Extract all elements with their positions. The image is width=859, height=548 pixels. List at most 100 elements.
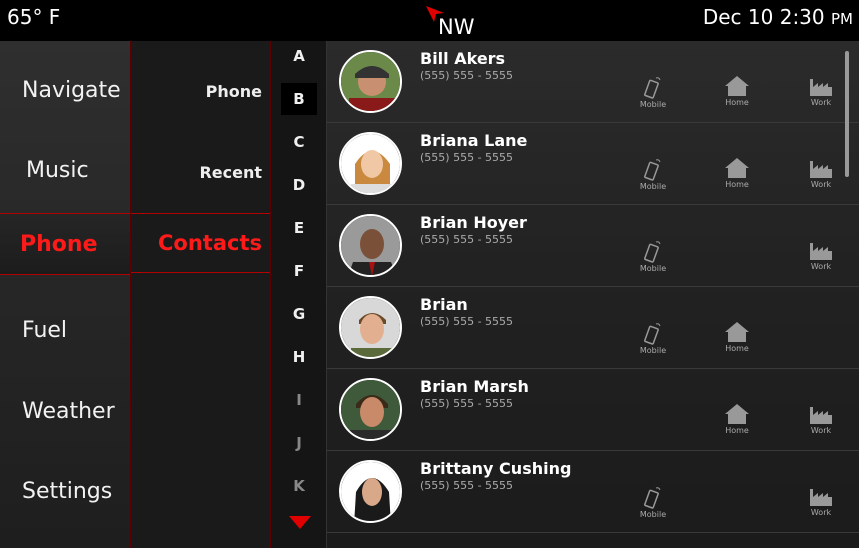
letter-j[interactable]: J <box>281 427 317 459</box>
call-work-button[interactable]: Work <box>800 239 842 281</box>
sub-nav: Phone Recent Contacts <box>130 41 271 548</box>
call-work-button[interactable]: Work <box>800 157 842 199</box>
letter-e[interactable]: E <box>281 212 317 244</box>
letter-a[interactable]: A <box>281 40 317 72</box>
nav-item-weather[interactable]: Weather <box>0 380 130 442</box>
sub-item-recent[interactable]: Recent <box>131 142 270 202</box>
nav-label: Fuel <box>22 317 68 343</box>
action-label: Mobile <box>639 182 667 191</box>
avatar <box>339 296 402 359</box>
contact-row[interactable]: Brian Marsh (555) 555 - 5555 Home Work <box>327 369 859 451</box>
letter-f[interactable]: F <box>281 255 317 287</box>
factory-icon <box>810 243 832 260</box>
temperature: 65° F <box>7 5 61 29</box>
nav-label: Settings <box>22 478 113 504</box>
letter-c[interactable]: C <box>281 126 317 158</box>
house-icon <box>725 404 749 424</box>
sub-label: Recent <box>199 162 262 182</box>
contact-list: Bill Akers (555) 555 - 5555 Mobile Home … <box>327 41 859 548</box>
sub-item-contacts[interactable]: Contacts <box>131 213 270 273</box>
mobile-phone-icon <box>644 323 661 345</box>
call-work-button[interactable]: Work <box>800 75 842 117</box>
mobile-phone-icon <box>644 77 661 99</box>
call-mobile-button[interactable]: Mobile <box>632 321 674 363</box>
sub-item-phone[interactable]: Phone <box>131 61 270 121</box>
call-home-button[interactable]: Home <box>716 157 758 199</box>
nav-label: Music <box>26 157 89 183</box>
letter-d[interactable]: D <box>281 169 317 201</box>
main-nav: Navigate Music Phone Fuel Weather Settin… <box>0 41 130 548</box>
house-icon <box>725 322 749 342</box>
compass: NW <box>424 4 484 39</box>
action-label: Work <box>810 98 832 107</box>
call-mobile-button[interactable]: Mobile <box>632 485 674 527</box>
house-icon <box>725 76 749 96</box>
call-mobile-button[interactable]: Mobile <box>632 239 674 281</box>
letter-g[interactable]: G <box>281 298 317 330</box>
nav-item-navigate[interactable]: Navigate <box>0 59 130 121</box>
date-time: Dec 10 2:30 PM <box>703 5 853 29</box>
contact-name: Briana Lane <box>420 131 528 150</box>
contact-phone: (555) 555 - 5555 <box>420 69 514 82</box>
avatar <box>339 460 402 523</box>
avatar <box>339 50 402 113</box>
nav-item-music[interactable]: Music <box>0 139 130 201</box>
call-home-button[interactable]: Home <box>716 75 758 117</box>
date: Dec 10 <box>702 5 774 29</box>
contact-phone: (555) 555 - 5555 <box>420 151 514 164</box>
alphabet-index: A B C D E F G H I J K <box>271 41 327 548</box>
sub-label: Contacts <box>158 231 262 255</box>
contact-phone: (555) 555 - 5555 <box>420 397 514 410</box>
house-icon <box>725 158 749 178</box>
action-label: Work <box>810 262 832 271</box>
factory-icon <box>810 161 832 178</box>
action-label: Home <box>725 180 749 189</box>
contact-name: Bill Akers <box>420 49 506 68</box>
nav-item-settings[interactable]: Settings <box>0 460 130 522</box>
mobile-phone-icon <box>644 241 661 263</box>
nav-item-phone[interactable]: Phone <box>0 213 130 275</box>
avatar <box>339 214 402 277</box>
action-label: Home <box>725 426 749 435</box>
letter-b[interactable]: B <box>281 83 317 115</box>
nav-label: Phone <box>20 231 98 257</box>
call-mobile-button[interactable]: Mobile <box>632 157 674 199</box>
mobile-phone-icon <box>644 159 661 181</box>
contact-row[interactable]: Brian Hoyer (555) 555 - 5555 Mobile Work <box>327 205 859 287</box>
call-mobile-button[interactable]: Mobile <box>632 75 674 117</box>
action-label: Work <box>810 426 832 435</box>
avatar <box>339 132 402 195</box>
call-work-button[interactable]: Work <box>800 403 842 445</box>
action-label: Mobile <box>639 346 667 355</box>
contact-name: Brian <box>420 295 468 314</box>
nav-label: Navigate <box>22 77 121 103</box>
action-label: Home <box>725 98 749 107</box>
call-work-button[interactable]: Work <box>800 485 842 527</box>
letter-h[interactable]: H <box>281 341 317 373</box>
action-label: Work <box>810 180 832 189</box>
ampm: PM <box>831 10 853 28</box>
contact-phone: (555) 555 - 5555 <box>420 479 514 492</box>
action-label: Work <box>810 508 832 517</box>
mobile-phone-icon <box>644 487 661 509</box>
letter-k[interactable]: K <box>281 470 317 502</box>
nav-item-fuel[interactable]: Fuel <box>0 299 130 361</box>
status-bar: 65° F NW Dec 10 2:30 PM <box>0 0 859 41</box>
action-label: Home <box>725 344 749 353</box>
contact-row[interactable]: Brian (555) 555 - 5555 Mobile Home <box>327 287 859 369</box>
contact-row[interactable]: Bill Akers (555) 555 - 5555 Mobile Home … <box>327 41 859 123</box>
contact-row[interactable]: Briana Lane (555) 555 - 5555 Mobile Home… <box>327 123 859 205</box>
triangle-down-icon[interactable] <box>289 516 311 530</box>
time: 2:30 <box>779 5 825 29</box>
contact-phone: (555) 555 - 5555 <box>420 315 514 328</box>
factory-icon <box>810 489 832 506</box>
contact-row[interactable]: Brittany Cushing (555) 555 - 5555 Mobile… <box>327 451 859 533</box>
call-home-button[interactable]: Home <box>716 403 758 445</box>
action-label: Mobile <box>639 264 667 273</box>
list-scrollbar[interactable] <box>845 51 849 177</box>
contact-name: Brian Marsh <box>420 377 529 396</box>
action-label: Mobile <box>639 510 667 519</box>
call-home-button[interactable]: Home <box>716 321 758 363</box>
contact-phone: (555) 555 - 5555 <box>420 233 514 246</box>
letter-i[interactable]: I <box>281 384 317 416</box>
